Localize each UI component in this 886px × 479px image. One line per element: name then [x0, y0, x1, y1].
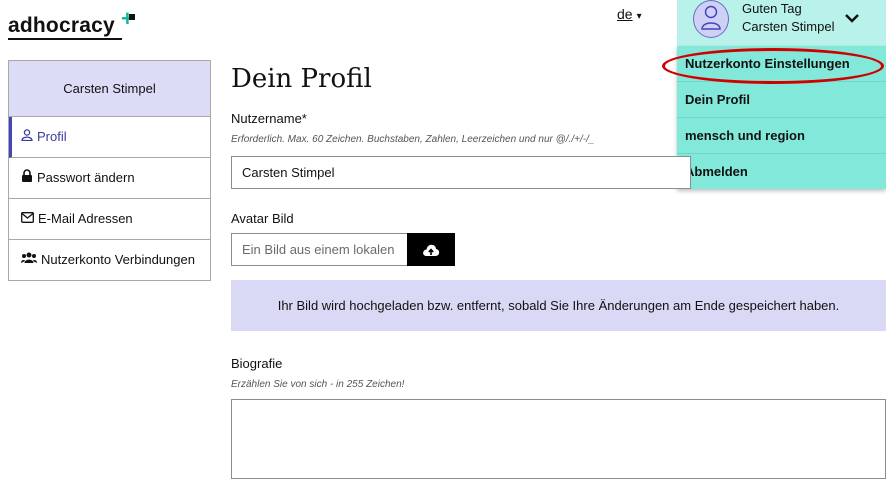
menu-item-profile[interactable]: Dein Profil — [677, 81, 886, 117]
username-field[interactable]: Carsten Stimpel — [231, 156, 691, 189]
users-icon — [21, 250, 37, 270]
menu-item-logout[interactable]: Abmelden — [677, 153, 886, 189]
biography-textarea[interactable] — [231, 399, 886, 479]
username-value: Carsten Stimpel — [242, 165, 335, 180]
biography-hint: Erzählen Sie von sich - in 255 Zeichen! — [231, 379, 405, 390]
avatar-file-input[interactable]: Ein Bild aus einem lokalen — [231, 233, 408, 266]
logo[interactable]: adhocracy + — [8, 6, 135, 38]
sidebar-header: Carsten Stimpel — [9, 61, 210, 117]
language-code: de — [617, 6, 633, 22]
sidebar-item-label: E-Mail Adressen — [38, 211, 133, 226]
lock-icon — [21, 168, 33, 188]
menu-item-organisation[interactable]: mensch und region — [677, 117, 886, 153]
sidebar-item-label: Nutzerkonto Verbindungen — [41, 252, 195, 267]
user-name: Carsten Stimpel — [742, 19, 835, 34]
greeting: Guten Tag — [742, 1, 802, 16]
sidebar-item-password[interactable]: Passwort ändern — [9, 158, 210, 199]
logo-plus-icon: + — [121, 6, 135, 31]
logo-text: adhocracy — [8, 14, 115, 37]
caret-down-icon: ▾ — [636, 11, 642, 22]
avatar — [693, 0, 729, 38]
user-silhouette-icon — [701, 5, 721, 30]
chevron-down-icon[interactable] — [845, 8, 859, 29]
user-icon — [21, 127, 33, 147]
language-switcher[interactable]: de ▾ — [617, 6, 642, 22]
avatar-label: Avatar Bild — [231, 211, 294, 226]
highlight-annotation — [662, 48, 884, 84]
sidebar-item-profile[interactable]: Profil — [9, 117, 210, 158]
avatar-file-placeholder: Ein Bild aus einem lokalen — [242, 242, 395, 257]
logo-underline — [8, 38, 122, 40]
upload-info-notice: Ihr Bild wird hochgeladen bzw. entfernt,… — [231, 280, 886, 331]
sidebar-item-email[interactable]: E-Mail Adressen — [9, 199, 210, 240]
page-title: Dein Profil — [231, 64, 372, 94]
biography-label: Biografie — [231, 356, 283, 371]
envelope-icon — [21, 209, 34, 229]
sidebar-item-label: Profil — [37, 129, 67, 144]
cloud-upload-icon — [423, 244, 440, 256]
user-menu-toggle[interactable]: Guten Tag Carsten Stimpel — [677, 0, 886, 50]
sidebar-item-connections[interactable]: Nutzerkonto Verbindungen — [9, 240, 210, 280]
sidebar-item-label: Passwort ändern — [37, 170, 135, 185]
upload-button[interactable] — [407, 233, 455, 266]
username-hint: Erforderlich. Max. 60 Zeichen. Buchstabe… — [231, 134, 595, 145]
settings-sidebar: Carsten Stimpel Profil Passwort ändern E… — [8, 60, 211, 281]
username-label: Nutzername* — [231, 111, 307, 126]
